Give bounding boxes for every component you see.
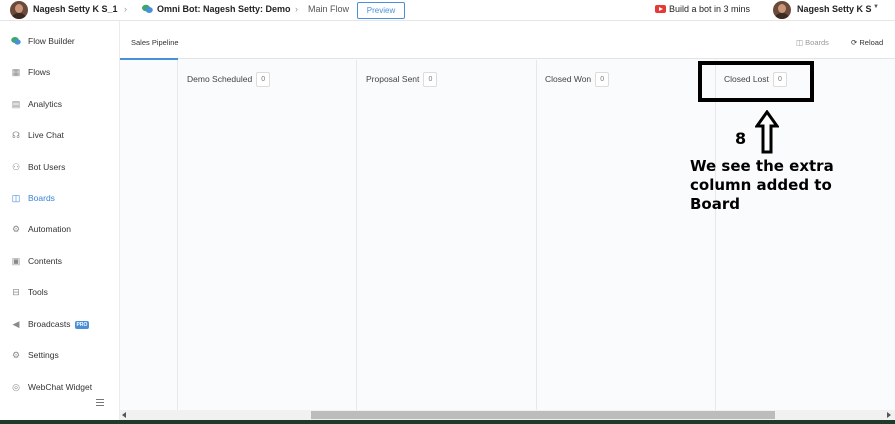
chat-bubbles-icon [11, 37, 21, 45]
column-divider [356, 60, 357, 410]
chart-icon: ▤ [11, 99, 21, 109]
sidebar-item-label: Boards [28, 193, 55, 203]
column-count: 0 [423, 72, 438, 87]
content-icon: ▣ [11, 256, 21, 266]
sidebar-item-tools[interactable]: ⊟ Tools [0, 282, 120, 302]
user-icon: ⚇ [11, 162, 21, 172]
flow-name[interactable]: Main Flow [308, 4, 349, 14]
column-count: 0 [595, 72, 610, 87]
sidebar-item-automation[interactable]: ⚙ Automation [0, 219, 120, 239]
sidebar-item-label: Settings [28, 350, 59, 360]
column-divider [536, 60, 537, 410]
bot-name[interactable]: Omni Bot: Nagesh Setty: Demo [157, 4, 291, 14]
sidebar-item-label: Flow Builder [28, 36, 75, 46]
sidebar-item-label: Tools [28, 287, 48, 297]
bot-chat-icon [142, 4, 153, 13]
megaphone-icon: ◀ [12, 319, 20, 329]
column-divider [715, 60, 716, 410]
preview-button[interactable]: Preview [357, 2, 405, 19]
tab-sales-pipeline[interactable]: Sales Pipeline [120, 21, 179, 60]
caret-down-icon[interactable]: ▼ [873, 4, 879, 10]
gear-cycle-icon: ⚙ [11, 224, 21, 234]
column-count: 0 [256, 72, 271, 87]
sidebar-item-settings[interactable]: ⚙ Settings [0, 345, 120, 365]
grid-icon: ▦ [11, 67, 21, 77]
scrollbar-thumb[interactable] [311, 411, 775, 419]
sidebar-item-live-chat[interactable]: ☊ Live Chat [0, 125, 120, 145]
user-avatar[interactable] [10, 1, 28, 19]
workspace-name[interactable]: Nagesh Setty K S_1 [33, 4, 118, 14]
tab-label: Sales Pipeline [131, 38, 179, 47]
sidebar: Flow Builder ▦ Flows ▤ Analytics ☊ Live … [0, 21, 120, 420]
sidebar-item-contents[interactable]: ▣ Contents [0, 251, 120, 271]
reload-button[interactable]: ⟳ Reload [851, 38, 883, 47]
sidebar-item-label: Automation [28, 224, 71, 234]
sidebar-item-flow-builder[interactable]: Flow Builder [0, 31, 120, 51]
column-header-demo-scheduled[interactable]: Demo Scheduled 0 [187, 72, 271, 87]
annotation-step-number: 8 [735, 129, 747, 148]
column-header-proposal-sent[interactable]: Proposal Sent 0 [366, 72, 438, 87]
sidebar-item-label: Live Chat [28, 130, 64, 140]
scroll-left-icon[interactable] [122, 412, 126, 418]
sidebar-item-label: Broadcasts PRO [28, 319, 90, 329]
sidebar-item-flows[interactable]: ▦ Flows [0, 62, 120, 82]
toolbox-icon: ⊟ [12, 287, 20, 297]
top-bar: Nagesh Setty K S_1 › Omni Bot: Nagesh Se… [0, 0, 895, 21]
column-header-closed-won[interactable]: Closed Won 0 [545, 72, 610, 87]
headset-icon: ☊ [12, 130, 20, 140]
taskbar-strip [0, 420, 895, 424]
board-icon: ◫ [796, 38, 806, 47]
sidebar-item-webchat-widget[interactable]: ◎ WebChat Widget [0, 377, 120, 397]
sidebar-item-boards[interactable]: ◫ Boards [0, 188, 120, 208]
account-name[interactable]: Nagesh Setty K S [797, 4, 872, 14]
sidebar-item-broadcasts[interactable]: ◀ Broadcasts PRO [0, 314, 120, 334]
horizontal-scrollbar[interactable] [120, 410, 895, 420]
widget-icon: ◎ [12, 382, 20, 392]
annotation-highlight-box [698, 61, 814, 102]
menu-toggle-icon[interactable] [96, 399, 104, 407]
sidebar-item-label: Flows [28, 67, 51, 77]
sidebar-item-label: Bot Users [28, 162, 66, 172]
column-divider [177, 60, 178, 410]
board-icon: ◫ [11, 193, 21, 203]
boards-link[interactable]: ◫ Boards [796, 38, 829, 47]
account-avatar[interactable] [773, 1, 791, 19]
build-bot-link[interactable]: Build a bot in 3 mins [669, 4, 750, 14]
sidebar-item-label: Contents [28, 256, 63, 266]
youtube-icon[interactable] [655, 5, 666, 13]
chevron-right-icon: › [295, 4, 298, 14]
sidebar-item-label: Analytics [28, 99, 63, 109]
sidebar-item-label: WebChat Widget [28, 382, 93, 392]
sidebar-item-bot-users[interactable]: ⚇ Bot Users [0, 157, 120, 177]
annotation-caption: We see the extra column added to Board [690, 157, 834, 213]
chevron-right-icon: › [124, 4, 127, 14]
tab-bar: Sales Pipeline ◫ Boards ⟳ Reload [120, 21, 895, 60]
scroll-right-icon[interactable] [887, 412, 891, 418]
pro-badge: PRO [74, 320, 90, 329]
sidebar-item-analytics[interactable]: ▤ Analytics [0, 94, 120, 114]
up-arrow-icon [755, 110, 779, 154]
settings-icon: ⚙ [11, 350, 21, 360]
